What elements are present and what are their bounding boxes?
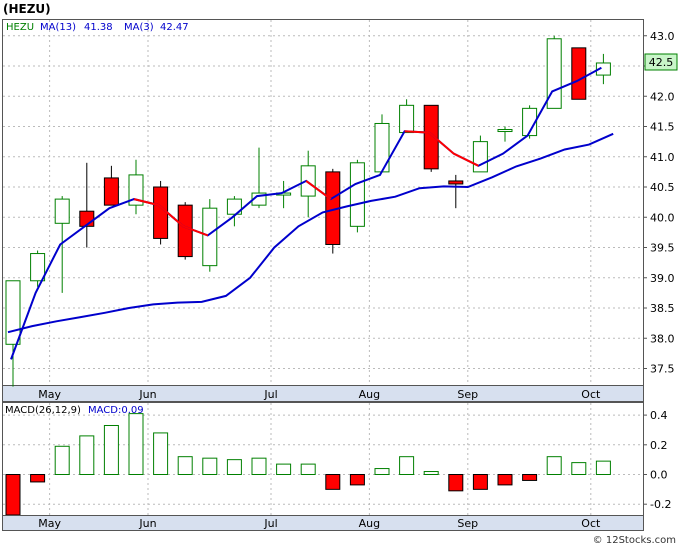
macd-bar-positive	[79, 435, 95, 476]
price-y-tick-label: 38.5	[650, 302, 675, 315]
macd-x-tick-label: Aug	[359, 517, 380, 530]
candle-down-body	[448, 180, 464, 185]
candle-up-body	[497, 129, 513, 133]
macd-y-tick-label: 0.0	[650, 469, 668, 482]
chart-canvas: (HEZU) May Jun Jul Aug Sep Oct 37.5 38.0 38.5 39…	[2, 2, 678, 546]
macd-bar-negative	[30, 474, 46, 483]
macd-bar-positive	[251, 457, 267, 476]
macd-y-axis: -0.2 0.0 0.2 0.4	[643, 409, 671, 511]
candle-down-body	[423, 104, 439, 170]
macd-x-axis-band	[2, 515, 644, 531]
price-legend: HEZU MA(13) 41.38 MA(3) 42.47	[6, 22, 189, 33]
price-y-tick-label: 43.0	[650, 30, 675, 43]
candle-up-body	[54, 198, 70, 224]
macd-bar-negative	[448, 474, 464, 492]
macd-x-tick-label: May	[38, 517, 61, 530]
candle-down-body	[103, 177, 119, 206]
chart-title: (HEZU)	[3, 2, 51, 16]
macd-bar-positive	[128, 413, 144, 475]
macd-x-tick-label: Jun	[138, 517, 156, 530]
candle-down-body	[153, 186, 169, 239]
macd-bar-negative	[5, 474, 21, 516]
macd-bar-negative	[522, 474, 538, 481]
price-x-tick-label: Oct	[581, 388, 601, 401]
macd-legend: MACD(26,12,9) MACD:0.09	[5, 405, 144, 416]
price-y-tick-label: 37.5	[650, 363, 675, 376]
price-y-tick-label: 41.5	[650, 121, 675, 134]
price-legend-item: MA(13)	[40, 22, 76, 33]
macd-bar-positive	[276, 463, 292, 476]
candle-up-body	[399, 104, 415, 134]
last-price-tag: 42.5	[644, 53, 678, 71]
candle-down-body	[177, 204, 193, 258]
candle-down-body	[571, 47, 587, 100]
macd-bar-positive	[374, 468, 390, 475]
macd-bar-negative	[325, 474, 341, 490]
macd-x-tick-label: Jul	[263, 517, 277, 530]
macd-legend-item: MACD(26,12,9)	[5, 405, 81, 416]
price-x-tick-label: May	[38, 388, 61, 401]
macd-bar-positive	[177, 456, 193, 475]
macd-bar-negative	[349, 474, 365, 486]
stock-chart: (HEZU) May Jun Jul Aug Sep Oct 37.5 38.0 38.5 39…	[0, 0, 680, 546]
macd-bar-positive	[153, 432, 169, 476]
macd-x-tick-label: Oct	[581, 517, 601, 530]
macd-bar-negative	[497, 474, 513, 486]
macd-y-tick-label: 0.4	[650, 409, 668, 422]
macd-bar-positive	[54, 445, 70, 476]
macd-bar-positive	[300, 463, 316, 476]
macd-legend-item: MACD:0.09	[88, 405, 144, 416]
macd-bar-positive	[399, 456, 415, 475]
price-y-tick-label: 40.0	[650, 211, 675, 224]
price-y-tick-label: 38.0	[650, 332, 675, 345]
macd-y-tick-label: -0.2	[650, 498, 671, 511]
candle-up-body	[30, 253, 46, 282]
price-y-tick-label: 40.5	[650, 181, 675, 194]
price-y-tick-label: 39.0	[650, 272, 675, 285]
candle-up-body	[202, 207, 218, 267]
macd-bar-positive	[571, 462, 587, 475]
candle-up-body	[5, 280, 21, 345]
price-legend-item: 41.38	[84, 22, 113, 33]
candle-up-body	[349, 162, 365, 227]
price-y-tick-label: 39.5	[650, 242, 675, 255]
price-y-axis: 37.5 38.0 38.5 39.0 39.5 40.0 40.5 41.0 41.5 42.0…	[643, 30, 675, 376]
price-x-tick-label: Sep	[457, 388, 478, 401]
macd-bar-positive	[226, 459, 242, 475]
macd-bar-positive	[423, 471, 439, 475]
macd-bar-positive	[103, 424, 119, 475]
candle-up-body	[472, 141, 488, 173]
macd-bar-negative	[472, 474, 488, 490]
candle-up-body	[300, 165, 316, 197]
macd-bar-positive	[202, 457, 218, 476]
macd-bar-positive	[546, 456, 562, 475]
price-x-axis-band	[2, 385, 644, 402]
price-legend-item: HEZU	[6, 22, 34, 33]
last-price-value: 42.5	[649, 56, 674, 69]
watermark: © 12Stocks.com	[593, 535, 676, 546]
macd-y-tick-label: 0.2	[650, 439, 668, 452]
price-y-tick-label: 42.0	[650, 90, 675, 103]
price-x-tick-label: Aug	[359, 388, 380, 401]
price-y-tick-label: 41.0	[650, 151, 675, 164]
macd-bar-positive	[595, 460, 611, 476]
price-legend-item: 42.47	[160, 22, 189, 33]
price-legend-item: MA(3)	[124, 22, 154, 33]
macd-x-tick-label: Sep	[457, 517, 478, 530]
price-x-tick-label: Jul	[263, 388, 277, 401]
price-x-tick-label: Jun	[138, 388, 156, 401]
